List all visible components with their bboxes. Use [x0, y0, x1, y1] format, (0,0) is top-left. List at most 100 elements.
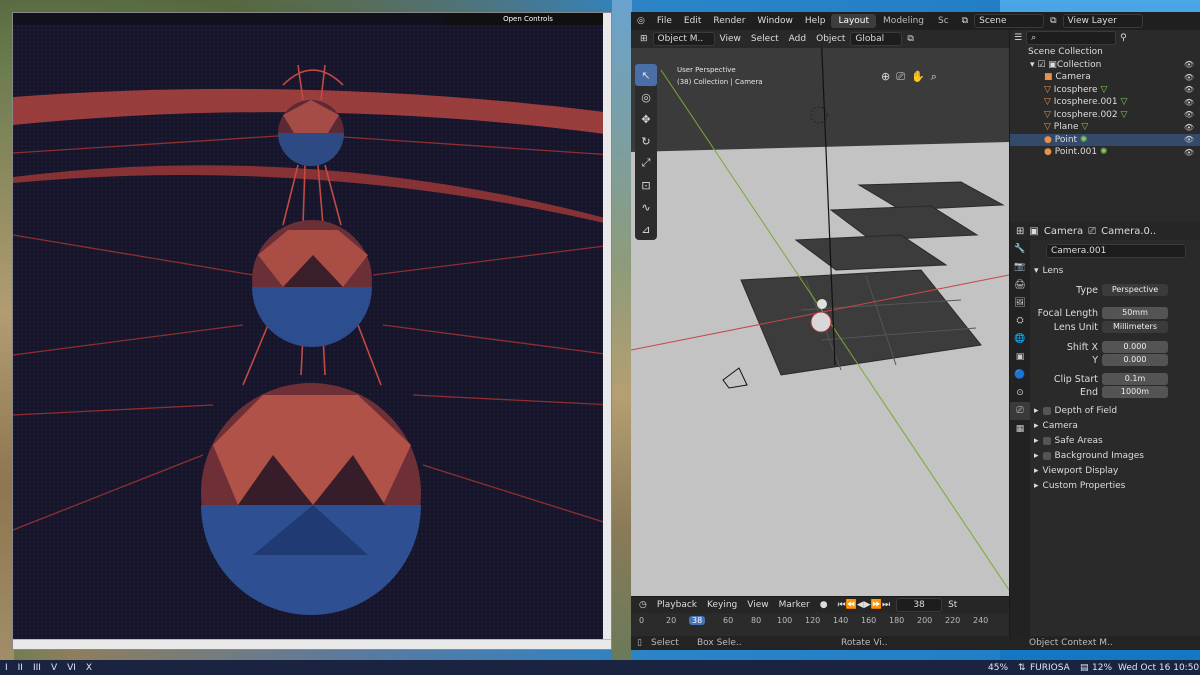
eye-icon[interactable]: 👁 — [1184, 85, 1194, 94]
zoom-icon[interactable]: ⌕ — [931, 70, 937, 84]
transform-tool-icon[interactable]: ⊡ — [635, 174, 657, 196]
render-vertical-scrollbar[interactable] — [603, 13, 611, 641]
workspace-5[interactable]: V — [46, 663, 62, 673]
camera-view-icon[interactable]: ⎚ — [896, 70, 905, 84]
timeline-menu-keying[interactable]: Keying — [703, 600, 741, 610]
timeline-editor-icon[interactable]: ◷ — [635, 600, 651, 610]
measure-tool-icon[interactable]: ⊿ — [635, 218, 657, 240]
view-layer-tab-icon[interactable]: 🖼 — [1010, 294, 1030, 312]
view-layer-icon[interactable]: ⧉ — [1044, 16, 1062, 26]
outliner-item-icosphere-002[interactable]: ▽ Icosphere.002 ▽ 👁 — [1010, 109, 1200, 122]
timeline-menu-marker[interactable]: Marker — [775, 600, 814, 610]
snap-icon[interactable]: ⧉ — [902, 34, 918, 44]
object-mode-select[interactable]: Object M.. — [652, 32, 715, 46]
scene-field[interactable]: Scene — [974, 14, 1045, 28]
render-horizontal-scrollbar[interactable] — [13, 639, 611, 649]
tool-tab-icon[interactable]: 🔧 — [1010, 240, 1030, 258]
type-select[interactable]: Perspective — [1102, 284, 1168, 296]
annotate-tool-icon[interactable]: ∿ — [635, 196, 657, 218]
scene-tab-icon[interactable]: ⛭ — [1010, 312, 1030, 330]
depth-of-field-section[interactable]: ▸ Depth of Field — [1034, 404, 1196, 418]
viewport-menu-object[interactable]: Object — [811, 34, 850, 44]
outliner-collection[interactable]: ▾ ☑ ▣ Collection 👁 — [1010, 59, 1200, 72]
lens-section-header[interactable]: ▾ Lens — [1034, 264, 1196, 278]
workspace-tab-layout[interactable]: Layout — [831, 14, 877, 28]
workspace-tab-sculpting[interactable]: Sc — [931, 14, 956, 28]
camera-datablock-field[interactable]: Camera.001 — [1034, 244, 1196, 258]
outliner-editor-icon[interactable]: ☰ — [1014, 33, 1022, 43]
current-frame-field[interactable]: 38 — [896, 598, 943, 612]
outliner-item-point[interactable]: ● Point ✺ 👁 — [1010, 133, 1200, 146]
viewport-menu-add[interactable]: Add — [784, 34, 811, 44]
shift-y-field[interactable]: 0.000 — [1102, 354, 1168, 366]
menu-file[interactable]: File — [651, 16, 678, 26]
background-images-checkbox[interactable] — [1042, 452, 1051, 460]
cursor-tool-icon[interactable]: ◎ — [635, 86, 657, 108]
output-tab-icon[interactable]: 🖨 — [1010, 276, 1030, 294]
menu-edit[interactable]: Edit — [678, 16, 707, 26]
blender-logo-icon[interactable]: ◎ — [631, 16, 651, 26]
icosphere-small-object[interactable] — [817, 299, 827, 309]
viewport-menu-view[interactable]: View — [715, 34, 746, 44]
render-window-title[interactable]: Open Controls — [445, 13, 611, 25]
outliner-item-icosphere-001[interactable]: ▽ Icosphere.001 ▽ 👁 — [1010, 96, 1200, 109]
render-tab-icon[interactable]: 📷 — [1010, 258, 1030, 276]
outliner-item-plane[interactable]: ▽ Plane ▽ 👁 — [1010, 121, 1200, 134]
eye-icon[interactable]: 👁 — [1184, 73, 1194, 82]
lens-unit-select[interactable]: Millimeters — [1102, 321, 1168, 333]
eye-icon[interactable]: 👁 — [1184, 98, 1194, 107]
playback-controls-icon[interactable]: ⏮⏪◀▶⏩⏭ — [834, 600, 894, 610]
outliner-item-point-001[interactable]: ● Point.001 ✺ 👁 — [1010, 146, 1200, 159]
camera-section[interactable]: ▸ Camera — [1034, 419, 1196, 433]
outliner-item-camera[interactable]: ■ Camera 👁 — [1010, 71, 1200, 84]
workspace-10[interactable]: X — [81, 663, 97, 673]
icosphere-object[interactable] — [810, 311, 832, 333]
eye-icon[interactable]: 👁 — [1184, 110, 1194, 119]
texture-tab-icon[interactable]: ▦ — [1010, 420, 1030, 438]
transform-orientation-select[interactable]: Global — [850, 32, 903, 46]
record-icon[interactable]: ● — [816, 600, 832, 610]
outliner-scene-collection[interactable]: Scene Collection — [1010, 46, 1200, 59]
workspace-tab-modeling[interactable]: Modeling — [876, 14, 931, 28]
safe-areas-checkbox[interactable] — [1042, 437, 1051, 445]
viewport-display-section[interactable]: ▸ Viewport Display — [1034, 464, 1196, 478]
world-tab-icon[interactable]: 🌐 — [1010, 330, 1030, 348]
workspace-1[interactable]: I — [0, 663, 13, 673]
eye-icon[interactable]: 👁 — [1184, 60, 1194, 69]
menu-render[interactable]: Render — [707, 16, 751, 26]
pan-hand-icon[interactable]: ✋ — [911, 70, 925, 84]
eye-icon[interactable]: 👁 — [1184, 148, 1194, 157]
physics-tab-icon[interactable]: ⊙ — [1010, 384, 1030, 402]
timeline-menu-playback[interactable]: Playback — [653, 600, 701, 610]
outliner-item-icosphere[interactable]: ▽ Icosphere ▽ 👁 — [1010, 84, 1200, 97]
viewport-menu-select[interactable]: Select — [746, 34, 784, 44]
menu-window[interactable]: Window — [751, 16, 799, 26]
scene-icon[interactable]: ⧉ — [956, 16, 974, 26]
select-tool-icon[interactable]: ↖ — [635, 64, 657, 86]
playhead[interactable]: 38 — [689, 616, 706, 625]
workspace-3[interactable]: III — [28, 663, 46, 673]
eye-icon[interactable]: 👁 — [1184, 135, 1194, 144]
focal-length-field[interactable]: 50mm — [1102, 307, 1168, 319]
workspace-2[interactable]: II — [13, 663, 28, 673]
timeline-ruler[interactable]: 0 20 38 60 80 100 120 140 160 180 200 22… — [631, 613, 1009, 629]
object-tab-icon[interactable]: ▣ — [1010, 348, 1030, 366]
eye-icon[interactable]: 👁 — [1184, 123, 1194, 132]
timeline-menu-view[interactable]: View — [743, 600, 772, 610]
editor-type-icon[interactable]: ⊞ — [635, 34, 653, 44]
view-layer-field[interactable]: View Layer — [1062, 14, 1143, 28]
custom-properties-section[interactable]: ▸ Custom Properties — [1034, 479, 1196, 493]
zoom-camera-icon[interactable]: ⊕ — [881, 70, 890, 84]
menu-help[interactable]: Help — [799, 16, 832, 26]
shift-x-field[interactable]: 0.000 — [1102, 341, 1168, 353]
outliner-search-input[interactable]: ⌕ — [1026, 31, 1117, 45]
rotate-tool-icon[interactable]: ↻ — [635, 130, 657, 152]
safe-areas-section[interactable]: ▸ Safe Areas — [1034, 434, 1196, 448]
depth-of-field-checkbox[interactable] — [1042, 407, 1051, 415]
properties-editor-icon[interactable]: ⊞ — [1016, 226, 1024, 237]
modifier-tab-icon[interactable]: 🔵 — [1010, 366, 1030, 384]
background-images-section[interactable]: ▸ Background Images — [1034, 449, 1196, 463]
move-tool-icon[interactable]: ✥ — [635, 108, 657, 130]
clip-start-field[interactable]: 0.1m — [1102, 373, 1168, 385]
scale-tool-icon[interactable]: ⤢ — [635, 152, 657, 174]
